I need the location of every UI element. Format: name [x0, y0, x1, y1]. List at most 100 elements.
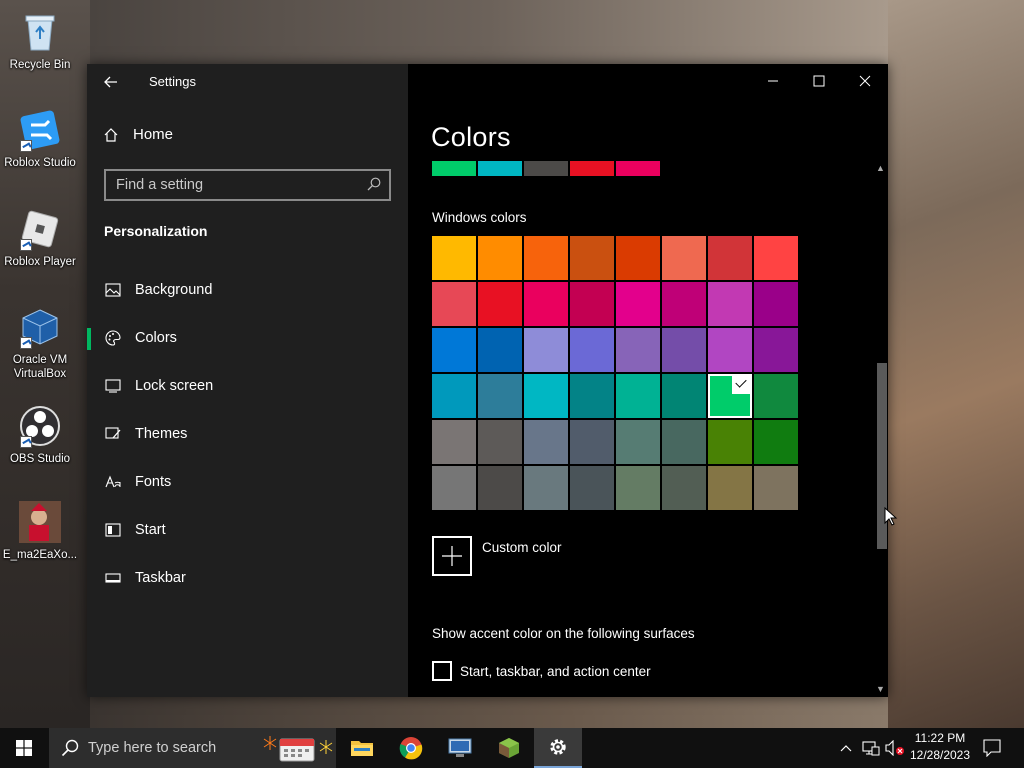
color-swatch[interactable]	[570, 466, 614, 510]
chevron-up-icon	[840, 745, 852, 752]
start-taskbar-checkbox[interactable]	[432, 661, 452, 681]
taskbar: Type here to search 11:22 PM 12/28/2023	[0, 728, 1024, 768]
color-swatch[interactable]	[524, 466, 568, 510]
color-swatch[interactable]	[708, 328, 752, 372]
taskbar-clock[interactable]: 11:22 PM 12/28/2023	[905, 730, 975, 764]
find-setting-input[interactable]: Find a setting	[104, 169, 391, 201]
sidebar-item-fonts[interactable]: Fonts	[87, 462, 408, 502]
home-label: Home	[133, 126, 174, 143]
color-swatch[interactable]	[708, 466, 752, 510]
desktop-icon-image-file[interactable]: E_ma2EaXo...	[0, 500, 80, 562]
color-swatch[interactable]	[570, 420, 614, 464]
taskbar-chrome[interactable]	[387, 728, 435, 768]
desktop-icon-obs[interactable]: OBS Studio	[0, 404, 80, 466]
color-swatch[interactable]	[616, 420, 660, 464]
close-button[interactable]	[842, 64, 888, 98]
desktop-icon-label: Oracle VM VirtualBox	[12, 354, 68, 380]
color-swatch[interactable]	[432, 420, 476, 464]
color-swatch[interactable]	[478, 282, 522, 326]
home-link[interactable]: Home	[103, 126, 173, 143]
color-swatch[interactable]	[478, 420, 522, 464]
content-scrollbar[interactable]: ▲ ▼	[873, 160, 888, 697]
desktop-icon-roblox-player[interactable]: Roblox Player	[0, 207, 80, 269]
recent-color-swatch[interactable]	[524, 161, 568, 176]
back-button[interactable]	[101, 72, 121, 92]
show-hidden-icons-button[interactable]	[836, 728, 856, 768]
recent-color-swatch[interactable]	[616, 161, 660, 176]
color-swatch[interactable]	[432, 236, 476, 280]
clock-time: 11:22 PM	[914, 731, 966, 745]
color-swatch[interactable]	[524, 374, 568, 418]
scroll-down-icon[interactable]: ▼	[873, 681, 888, 697]
sidebar-item-label: Themes	[135, 426, 188, 442]
sidebar-item-label: Taskbar	[135, 570, 186, 586]
color-swatch[interactable]	[524, 236, 568, 280]
color-swatch[interactable]	[754, 282, 798, 326]
color-swatch[interactable]	[708, 236, 752, 280]
maximize-button[interactable]	[796, 64, 842, 98]
color-swatch[interactable]	[570, 236, 614, 280]
volume-status[interactable]	[884, 728, 906, 768]
color-swatch[interactable]	[662, 236, 706, 280]
start-icon	[104, 521, 122, 539]
color-swatch[interactable]	[478, 236, 522, 280]
sidebar-item-colors[interactable]: Colors	[87, 318, 408, 358]
color-swatch[interactable]	[708, 374, 752, 418]
color-swatch[interactable]	[524, 282, 568, 326]
color-swatch[interactable]	[754, 374, 798, 418]
color-swatch[interactable]	[478, 374, 522, 418]
color-swatch[interactable]	[432, 466, 476, 510]
color-swatch[interactable]	[570, 328, 614, 372]
taskbar-settings[interactable]	[534, 728, 582, 768]
color-swatch[interactable]	[616, 328, 660, 372]
color-swatch[interactable]	[570, 282, 614, 326]
color-swatch[interactable]	[754, 466, 798, 510]
recent-color-swatch[interactable]	[432, 161, 476, 176]
color-swatch[interactable]	[478, 328, 522, 372]
sidebar-item-themes[interactable]: Themes	[87, 414, 408, 454]
custom-color-button[interactable]: Custom color	[432, 536, 562, 576]
color-swatch[interactable]	[478, 466, 522, 510]
desktop-icon-roblox-studio[interactable]: Roblox Studio	[0, 108, 80, 170]
sidebar-item-background[interactable]: Background	[87, 270, 408, 310]
color-swatch[interactable]	[662, 466, 706, 510]
virtualbox-icon	[18, 305, 62, 349]
color-swatch[interactable]	[662, 420, 706, 464]
color-swatch[interactable]	[662, 374, 706, 418]
start-taskbar-checkbox-row[interactable]: Start, taskbar, and action center	[432, 661, 651, 681]
color-swatch[interactable]	[662, 282, 706, 326]
color-swatch[interactable]	[524, 420, 568, 464]
action-center-button[interactable]	[980, 728, 1004, 768]
sidebar-item-taskbar[interactable]: Taskbar	[87, 558, 408, 598]
desktop-icon-virtualbox[interactable]: Oracle VM VirtualBox	[0, 305, 80, 381]
color-swatch[interactable]	[662, 328, 706, 372]
color-swatch[interactable]	[432, 282, 476, 326]
color-swatch[interactable]	[708, 420, 752, 464]
color-swatch[interactable]	[524, 328, 568, 372]
sidebar-item-start[interactable]: Start	[87, 510, 408, 550]
color-swatch[interactable]	[754, 328, 798, 372]
color-swatch[interactable]	[708, 282, 752, 326]
taskbar-search-box[interactable]: Type here to search	[49, 728, 336, 768]
start-button[interactable]	[0, 728, 48, 768]
taskbar-minecraft[interactable]	[485, 728, 533, 768]
color-swatch[interactable]	[432, 328, 476, 372]
color-swatch[interactable]	[754, 420, 798, 464]
color-swatch[interactable]	[432, 374, 476, 418]
color-swatch[interactable]	[616, 466, 660, 510]
recent-color-swatch[interactable]	[478, 161, 522, 176]
color-swatch[interactable]	[616, 282, 660, 326]
color-swatch[interactable]	[754, 236, 798, 280]
network-status[interactable]	[860, 728, 882, 768]
minimize-button[interactable]	[750, 64, 796, 98]
minimize-icon	[768, 80, 778, 82]
color-swatch[interactable]	[616, 374, 660, 418]
taskbar-remote-desktop[interactable]	[436, 728, 484, 768]
taskbar-file-explorer[interactable]	[338, 728, 386, 768]
scroll-up-icon[interactable]: ▲	[873, 160, 888, 176]
recent-color-swatch[interactable]	[570, 161, 614, 176]
sidebar-item-lock-screen[interactable]: Lock screen	[87, 366, 408, 406]
color-swatch[interactable]	[570, 374, 614, 418]
desktop-icon-recycle-bin[interactable]: Recycle Bin	[0, 10, 80, 72]
color-swatch[interactable]	[616, 236, 660, 280]
